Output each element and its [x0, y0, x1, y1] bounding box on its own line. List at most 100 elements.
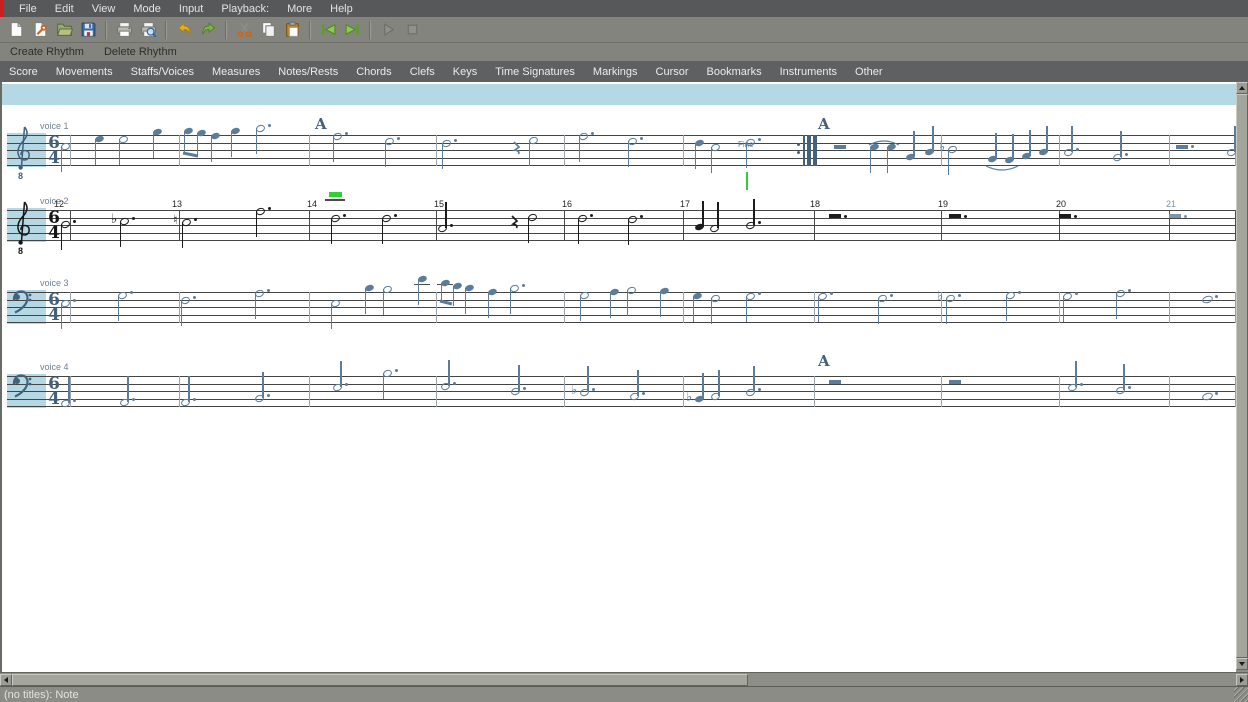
stop-icon — [404, 21, 421, 38]
application-window: FileEditViewModeInputPlayback:MoreHelp C… — [0, 0, 1248, 702]
note-stem — [383, 373, 384, 399]
right-arrow-icon — [1240, 677, 1244, 683]
category-cursor[interactable]: Cursor — [647, 64, 698, 80]
play-button[interactable] — [377, 19, 399, 41]
down-arrow-icon — [1239, 662, 1245, 666]
menu-mode[interactable]: Mode — [124, 2, 170, 16]
category-markings[interactable]: Markings — [584, 64, 647, 80]
cut-icon — [236, 21, 253, 38]
category-bar: ScoreMovementsStaffs/VoicesMeasuresNotes… — [0, 61, 1248, 82]
barline — [436, 376, 437, 407]
stop-button[interactable] — [401, 19, 423, 41]
paste-button[interactable] — [281, 19, 303, 41]
barline — [941, 376, 942, 407]
augmentation-dot — [345, 383, 348, 386]
note-stem — [518, 365, 519, 391]
new-document-icon — [8, 21, 25, 38]
window-indicator — [0, 0, 4, 17]
accidental: ♭ — [571, 383, 577, 396]
augmentation-dot — [453, 382, 456, 385]
staff-line — [7, 399, 1235, 400]
note-stem — [68, 377, 69, 403]
left-arrow-icon — [4, 677, 8, 683]
horizontal-scroll-thumb[interactable] — [12, 674, 748, 686]
barline — [564, 376, 565, 407]
staff-line — [7, 384, 1235, 385]
redo-button[interactable] — [197, 19, 219, 41]
scroll-up-button[interactable] — [1236, 82, 1248, 94]
category-instruments[interactable]: Instruments — [771, 64, 846, 80]
note-head[interactable] — [1201, 391, 1214, 401]
note-stem — [340, 361, 341, 387]
menu-help[interactable]: Help — [321, 2, 362, 16]
create-rhythm-button[interactable]: Create Rhythm — [0, 45, 94, 59]
document-wizard-icon — [32, 21, 49, 38]
save-button[interactable] — [77, 19, 99, 41]
score-canvas[interactable]: voice 1 864♭AAFinevoice 2 86412131415161… — [0, 82, 1236, 672]
menu-view[interactable]: View — [83, 2, 125, 16]
augmentation-dot — [1215, 392, 1218, 395]
status-text: (no titles): Note — [4, 689, 79, 701]
new-document-button[interactable] — [5, 19, 27, 41]
print-preview-button[interactable] — [137, 19, 159, 41]
augmentation-dot — [267, 394, 270, 397]
augmentation-dot — [642, 392, 645, 395]
barline — [814, 376, 815, 407]
delete-rhythm-button[interactable]: Delete Rhythm — [94, 45, 187, 59]
document-wizard-button[interactable] — [29, 19, 51, 41]
category-clefs[interactable]: Clefs — [401, 64, 444, 80]
scroll-down-button[interactable] — [1236, 658, 1248, 670]
category-time-signatures[interactable]: Time Signatures — [486, 64, 584, 80]
augmentation-dot — [1080, 383, 1083, 386]
vertical-scroll-thumb[interactable] — [1236, 94, 1248, 658]
bass-clef-icon — [12, 374, 32, 398]
menu-more[interactable]: More — [278, 2, 321, 16]
staff-line — [7, 391, 1235, 392]
print-button[interactable] — [113, 19, 135, 41]
category-score[interactable]: Score — [0, 64, 47, 80]
toolbar-separator — [309, 21, 311, 39]
go-to-start-button[interactable] — [317, 19, 339, 41]
menu-edit[interactable]: Edit — [46, 2, 83, 16]
augmentation-dot — [395, 369, 398, 372]
menu-playback[interactable]: Playback: — [212, 2, 278, 16]
up-arrow-icon — [1239, 86, 1245, 90]
vertical-scrollbar[interactable] — [1236, 82, 1248, 672]
category-chords[interactable]: Chords — [347, 64, 400, 80]
barline — [683, 376, 684, 407]
staff-voice-4: voice 4 64♭♭A — [2, 82, 1236, 672]
staff-line — [7, 406, 1235, 407]
open-icon — [56, 21, 73, 38]
note-stem — [702, 373, 703, 399]
augmentation-dot — [758, 388, 761, 391]
category-movements[interactable]: Movements — [47, 64, 122, 80]
copy-button[interactable] — [257, 19, 279, 41]
category-bookmarks[interactable]: Bookmarks — [698, 64, 771, 80]
category-notes-rests[interactable]: Notes/Rests — [269, 64, 347, 80]
paste-icon — [284, 21, 301, 38]
scroll-left-button[interactable] — [0, 674, 12, 686]
resize-grip[interactable] — [1234, 687, 1248, 702]
category-keys[interactable]: Keys — [444, 64, 486, 80]
horizontal-scrollbar[interactable] — [0, 672, 1248, 686]
scroll-right-button[interactable] — [1236, 674, 1248, 686]
open-button[interactable] — [53, 19, 75, 41]
rehearsal-mark[interactable]: A — [818, 352, 830, 370]
category-staffs-voices[interactable]: Staffs/Voices — [122, 64, 203, 80]
save-icon — [80, 21, 97, 38]
go-to-end-button[interactable] — [341, 19, 363, 41]
menu-file[interactable]: File — [10, 2, 46, 16]
whole-rest[interactable] — [829, 380, 841, 384]
whole-rest[interactable] — [949, 380, 961, 384]
augmentation-dot — [73, 399, 76, 402]
menu-input[interactable]: Input — [170, 2, 212, 16]
cut-button[interactable] — [233, 19, 255, 41]
augmentation-dot — [523, 387, 526, 390]
toolbar-separator — [165, 21, 167, 39]
undo-button[interactable] — [173, 19, 195, 41]
augmentation-dot — [1128, 386, 1131, 389]
category-other[interactable]: Other — [846, 64, 892, 80]
category-measures[interactable]: Measures — [203, 64, 269, 80]
toolbar-separator — [105, 21, 107, 39]
note-stem — [1123, 364, 1124, 390]
